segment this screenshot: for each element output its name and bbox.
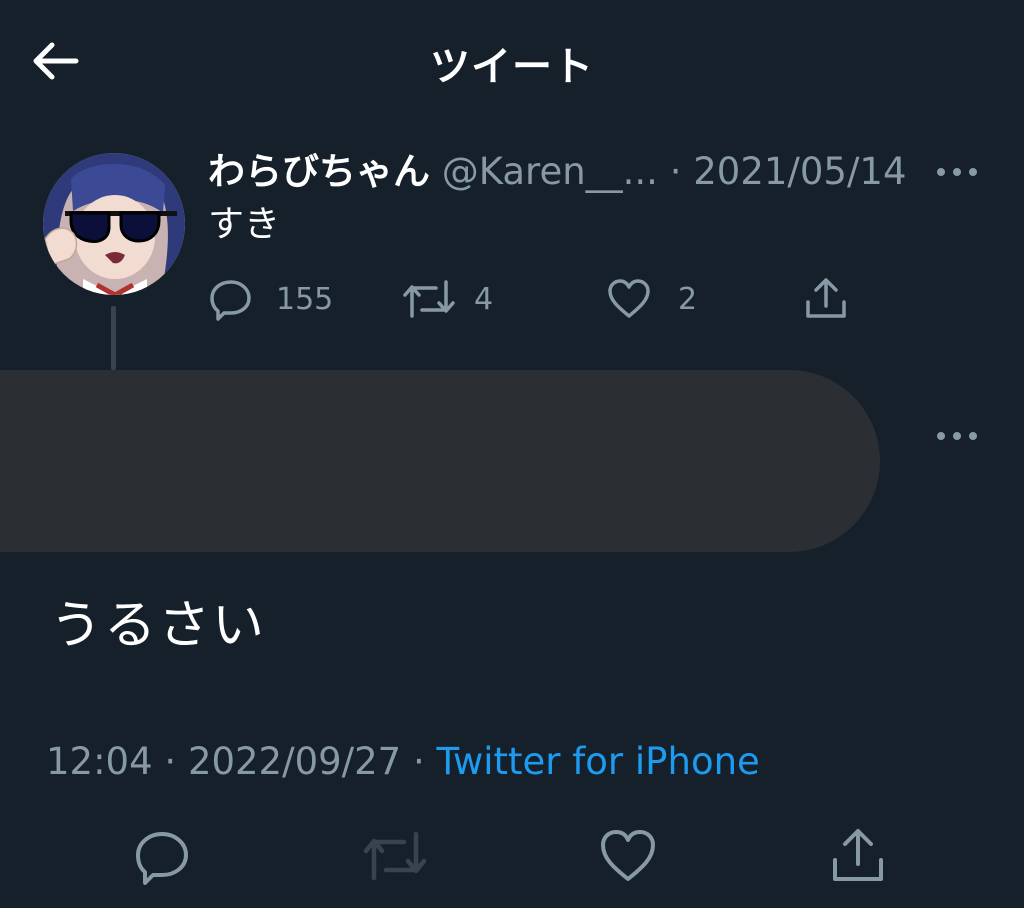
like-button[interactable]: 2 — [606, 276, 697, 322]
share-button[interactable] — [803, 276, 849, 322]
meta-separator: · — [669, 150, 682, 193]
more-icon — [937, 168, 977, 176]
share-button[interactable] — [828, 826, 888, 886]
retweet-button — [362, 826, 427, 886]
meta-separator: · — [164, 740, 177, 783]
reply-count: 155 — [276, 281, 334, 317]
reply-date: 2022/09/27 — [187, 740, 402, 783]
share-icon — [833, 829, 883, 881]
thread-line — [111, 306, 116, 370]
retweet-icon — [363, 831, 427, 881]
tweet-detail-page: ツイート わらびちゃん @Karen__... · 2021/05/14 すき … — [0, 0, 1024, 908]
share-icon — [806, 278, 846, 318]
heart-icon — [601, 830, 655, 881]
reply-tweet-text: うるさい — [50, 596, 267, 656]
page-title: ツイート — [430, 44, 594, 90]
redaction-overlay — [0, 370, 880, 552]
reply-tweet-meta: 12:04 · 2022/09/27 · Twitter for iPhone — [46, 738, 760, 786]
reply-icon — [210, 280, 251, 321]
parent-tweet-more-button[interactable] — [934, 160, 980, 184]
retweet-count: 4 — [474, 281, 494, 317]
more-icon — [937, 432, 977, 440]
parent-tweet-header: わらびちゃん @Karen__... · 2021/05/14 — [208, 150, 907, 194]
author-handle[interactable]: @Karen__... — [442, 150, 658, 193]
like-button[interactable] — [598, 826, 658, 886]
avatar[interactable] — [43, 153, 185, 295]
retweet-icon — [403, 280, 455, 318]
like-count: 2 — [678, 281, 698, 317]
reply-tweet-more-button[interactable] — [934, 424, 980, 448]
tweet-date[interactable]: 2021/05/14 — [693, 150, 906, 193]
reply-button[interactable]: 155 — [208, 276, 333, 322]
retweet-button[interactable]: 4 — [402, 276, 493, 322]
reply-icon — [136, 832, 188, 885]
heart-icon — [608, 279, 650, 318]
reply-button[interactable] — [132, 826, 192, 886]
tweet-source-link[interactable]: Twitter for iPhone — [437, 740, 760, 783]
reply-time: 12:04 — [46, 740, 153, 783]
parent-tweet-text: すき — [208, 204, 281, 245]
meta-separator: · — [412, 740, 425, 783]
author-name[interactable]: わらびちゃん — [208, 150, 430, 193]
